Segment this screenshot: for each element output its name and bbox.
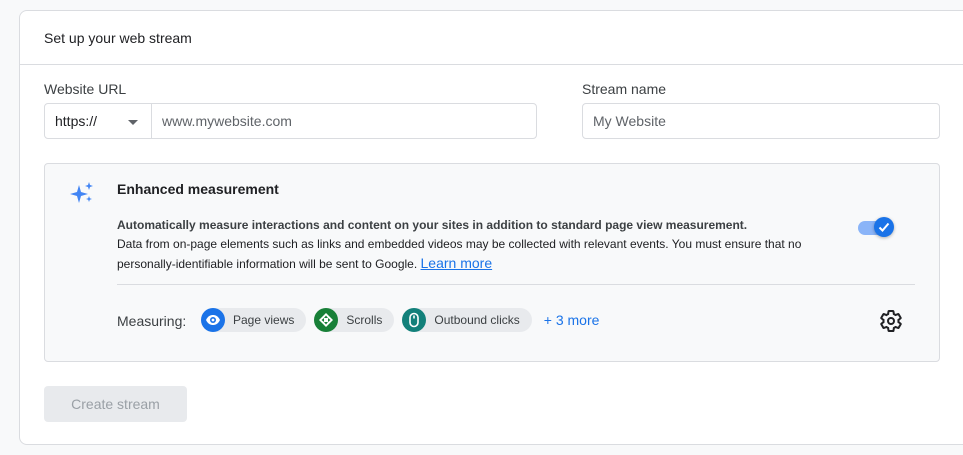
- enhanced-measurement-panel: Enhanced measurement Automatically measu…: [44, 163, 940, 362]
- stream-name-field: [582, 103, 940, 139]
- scroll-arrows-icon: [314, 308, 339, 332]
- check-icon: [878, 222, 890, 232]
- protocol-value: https://: [55, 113, 98, 129]
- gear-icon[interactable]: [879, 309, 903, 333]
- description-primary: Automatically measure interactions and c…: [117, 218, 748, 232]
- web-stream-card: Set up your web stream Website URL https…: [19, 10, 963, 445]
- chevron-down-icon: [128, 120, 138, 125]
- more-events-link[interactable]: + 3 more: [544, 312, 600, 328]
- create-stream-button[interactable]: Create stream: [44, 386, 187, 422]
- chip-outbound-clicks: Outbound clicks: [402, 308, 532, 332]
- website-url-label: Website URL: [44, 81, 127, 97]
- measuring-chips: Page views Scrolls Outbound clicks + 3 m…: [201, 308, 599, 332]
- sparkle-icon: [70, 182, 93, 203]
- enhanced-measurement-title: Enhanced measurement: [117, 181, 279, 197]
- eye-icon: [201, 308, 225, 332]
- website-url-input[interactable]: [152, 104, 536, 138]
- page-title: Set up your web stream: [44, 29, 192, 46]
- toggle-thumb: [874, 217, 894, 237]
- enhanced-measurement-toggle[interactable]: [858, 216, 896, 238]
- chip-scrolls: Scrolls: [314, 308, 395, 332]
- panel-divider: [117, 284, 915, 285]
- measuring-label: Measuring:: [117, 313, 187, 329]
- learn-more-link[interactable]: Learn more: [421, 255, 493, 271]
- chip-page-views: Page views: [201, 308, 307, 332]
- mouse-icon: [402, 308, 427, 332]
- chip-label: Page views: [233, 313, 295, 327]
- website-url-group: https://: [44, 103, 537, 139]
- chip-label: Outbound clicks: [434, 313, 520, 327]
- stream-name-input[interactable]: [583, 104, 939, 138]
- card-header: Set up your web stream: [20, 11, 963, 65]
- enhanced-measurement-description: Automatically measure interactions and c…: [117, 216, 847, 274]
- chip-label: Scrolls: [346, 313, 383, 327]
- stream-name-label: Stream name: [582, 81, 667, 97]
- protocol-select[interactable]: https://: [45, 104, 152, 138]
